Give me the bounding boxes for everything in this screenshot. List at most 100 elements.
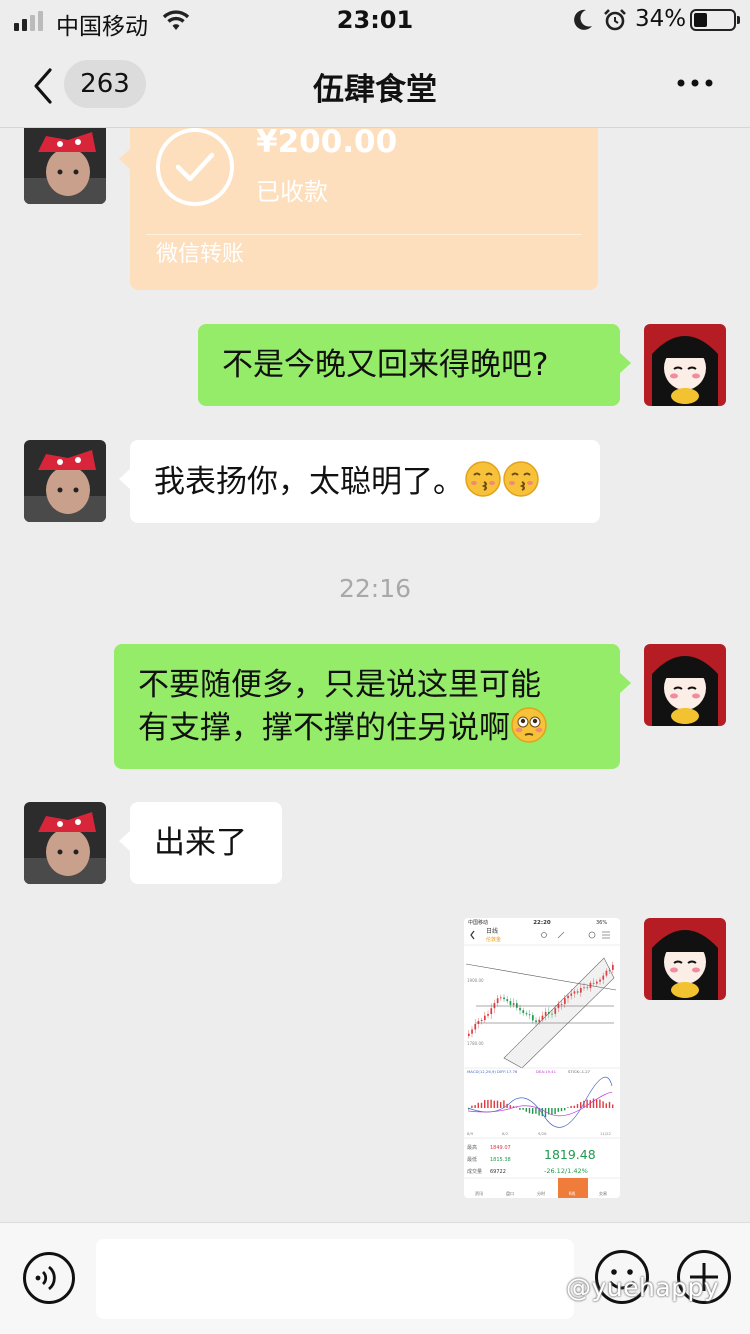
candle-body (544, 1011, 547, 1016)
macd-bar (570, 1105, 572, 1108)
macd-bar (567, 1107, 569, 1108)
macd-bar (535, 1108, 537, 1114)
image-low-label: 最低 (467, 1156, 477, 1163)
macd-bar (487, 1099, 489, 1108)
message-text-line: 不要随便多，只是说这里可能 (138, 667, 541, 703)
transfer-status: 已收款 (256, 178, 328, 206)
contact-avatar[interactable] (24, 128, 106, 204)
checkmark-circle-icon (156, 128, 234, 206)
macd-bar (557, 1108, 559, 1112)
candle-body (471, 1029, 473, 1034)
macd-bar (503, 1100, 505, 1108)
sent-message[interactable]: 不是今晚又回来得晚吧? (198, 324, 631, 406)
kissing-emoji-icon (465, 461, 501, 497)
macd-bar (554, 1108, 556, 1115)
macd-bar (471, 1105, 473, 1108)
message-text-line: 有支撑，撑不撑的住另说啊 (138, 706, 596, 749)
image-status-carrier: 中国移动 (468, 919, 488, 926)
macd-bar (490, 1099, 492, 1108)
image-axis-label: 11/22 (600, 1131, 612, 1136)
image-tab-label: 日线 (486, 927, 498, 935)
macd-bar (596, 1099, 598, 1108)
macd-bar (592, 1098, 595, 1108)
macd-bar (509, 1105, 511, 1108)
image-bottom-tab: 交易 (599, 1190, 607, 1196)
candle-body (612, 964, 614, 970)
candle-body (480, 1020, 483, 1021)
image-axis-label: 9/28 (538, 1131, 547, 1136)
candle-body (496, 998, 499, 1003)
macd-bar (564, 1108, 566, 1111)
image-indicator-macd: MACD(12,26,9) DIFF:17.76 (467, 1069, 518, 1074)
message-text: 不是今晚又回来得晚吧? (222, 347, 549, 383)
status-bar: 中国移动 23:01 34% (0, 0, 750, 44)
macd-bar (496, 1100, 499, 1108)
weibo-watermark: @yuehappy (566, 1273, 720, 1302)
macd-bar (573, 1105, 575, 1108)
alarm-clock-icon (604, 9, 626, 31)
image-bottom-tab: 资讯 (475, 1190, 483, 1196)
image-indicator-dea: DEA:19.41 (536, 1069, 557, 1074)
candle-body (519, 1007, 521, 1011)
battery-percentage: 34% (635, 6, 687, 32)
candle-body (535, 1020, 537, 1022)
macd-bar (586, 1099, 588, 1108)
my-avatar[interactable] (644, 918, 726, 1000)
sent-message[interactable]: 不要随便多，只是说这里可能 有支撑，撑不撑的住另说啊 (114, 644, 631, 769)
candle-body (474, 1023, 477, 1030)
macd-bar (474, 1105, 476, 1108)
image-bottom-tab: K线 (569, 1190, 576, 1196)
macd-bar (484, 1099, 486, 1108)
image-axis-label: 8/2 (502, 1131, 509, 1136)
candle-body (512, 1003, 515, 1005)
macd-bar (599, 1099, 601, 1108)
candle-body (506, 999, 509, 1002)
candle-body (500, 997, 502, 999)
candle-body (528, 1014, 531, 1016)
candle-body (477, 1020, 480, 1024)
image-axis-label: 8/9 (467, 1131, 474, 1136)
macd-bar (576, 1104, 579, 1108)
money-transfer-card[interactable]: ¥200.00 已收款 微信转账 (119, 128, 598, 290)
transfer-label: 微信转账 (156, 242, 245, 267)
candle-body (509, 1001, 512, 1005)
flushed-emoji-icon (511, 707, 547, 743)
macd-bar (551, 1108, 553, 1115)
macd-bar (589, 1100, 591, 1108)
macd-bar (516, 1107, 518, 1108)
macd-bar (544, 1108, 547, 1118)
image-volume-value: 69722 (490, 1169, 506, 1175)
macd-bar (519, 1108, 521, 1110)
macd-bar (612, 1104, 614, 1108)
macd-bar (493, 1100, 495, 1108)
more-options-icon[interactable] (675, 68, 715, 98)
image-low-value: 1815.38 (490, 1157, 511, 1163)
message-list[interactable]: ¥200.00 已收款 微信转账 不是今晚又回来得晚吧? 我表扬你，太聪明了。 … (0, 128, 750, 1222)
candle-body (490, 1008, 493, 1015)
macd-bar (602, 1101, 604, 1108)
voice-input-icon[interactable] (22, 1251, 76, 1305)
received-message[interactable]: 我表扬你，太聪明了。 (119, 440, 600, 523)
macd-bar (532, 1108, 534, 1114)
macd-bar (480, 1102, 483, 1108)
macd-bar (541, 1108, 543, 1117)
my-avatar[interactable] (644, 324, 726, 406)
candle-body (538, 1019, 541, 1022)
contact-avatar[interactable] (24, 440, 106, 522)
battery-icon (690, 9, 740, 31)
macd-bar (525, 1108, 527, 1112)
candle-body (484, 1015, 486, 1021)
candle-body (522, 1010, 525, 1014)
sent-image-stock-chart[interactable]: 中国移动 22:20 36% 日线 伦敦金 1900.00 1780.00 MA… (464, 918, 620, 1198)
received-message[interactable]: 出来了 (119, 802, 282, 884)
chat-header: 263 伍肆食堂 (0, 44, 750, 128)
image-status-battery: 36% (596, 920, 607, 926)
message-timestamp: 22:16 (338, 574, 412, 603)
macd-bar (560, 1108, 563, 1112)
message-text: 我表扬你，太聪明了。 (154, 464, 464, 500)
image-price-upper: 1900.00 (467, 978, 484, 983)
message-text-field[interactable] (96, 1239, 574, 1319)
my-avatar[interactable] (644, 644, 726, 726)
macd-bar (608, 1101, 611, 1108)
contact-avatar[interactable] (24, 802, 106, 884)
